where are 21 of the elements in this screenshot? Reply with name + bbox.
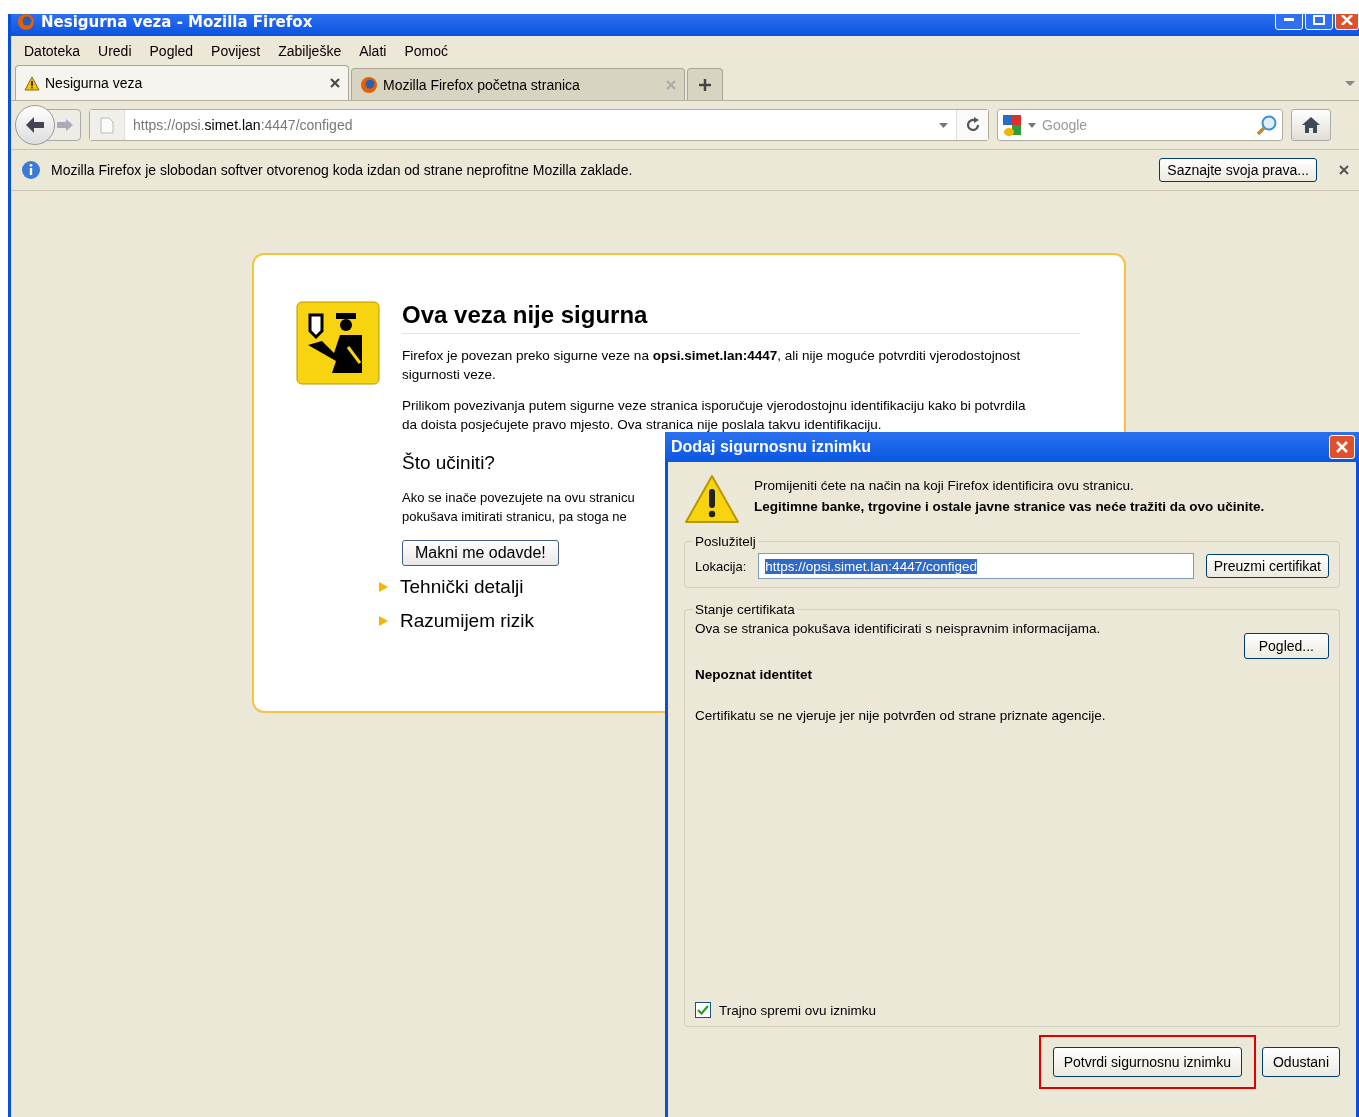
expander-label: Razumijem rizik xyxy=(400,610,535,632)
dialog-text: Promijeniti ćete na način na koji Firefox identificira ovu stranicu. xyxy=(754,478,1135,493)
field-label: Lokacija: xyxy=(695,558,747,574)
identity-heading: Nepoznat identitet xyxy=(695,667,813,682)
warning-text: Legitimne banke, trgovine i ostale javne stranice vas neće tražiti da ovo učinite. xyxy=(754,499,1265,514)
expander-label: Tehnički detalji xyxy=(400,576,524,598)
paragraph-line: pokušava imitirati stranicu, pa stoga ne xyxy=(402,508,627,526)
checkbox-label: Trajno spremi ovu iznimku xyxy=(719,1002,877,1018)
group-label: Poslužitelj xyxy=(694,534,757,549)
notification-text: Mozilla Firefox je slobodan softver otvorenog koda izdan od strane neprofitne Mozilla zaklade. xyxy=(51,162,634,178)
paragraph-line: Ako se inače povezujete na ovu stranicu xyxy=(402,489,635,507)
window-title: Nesigurna veza - Mozilla Firefox xyxy=(41,14,313,31)
dialog-title: Dodaj sigurnosnu iznimku xyxy=(671,438,871,456)
group-label: Stanje certifikata xyxy=(694,602,796,617)
identity-text: Certifikatu se ne vjeruje jer nije potvrđen od strane priznate agencije. xyxy=(695,708,1107,723)
url-text: https://opsi.simet.lan:4447/configed xyxy=(132,117,354,133)
page-heading: Ova veza nije sigurna xyxy=(402,301,1080,334)
section-heading: Što učiniti? xyxy=(402,452,496,474)
status-text: Ova se stranica pokušava identificirati s neispravnim informacijama. xyxy=(695,621,1101,636)
paragraph: Firefox je povezan preko sigurne veze na opsi.simet.lan:4447, ali nije moguće potvrditi vjerodostojnost sigurnosti veze. xyxy=(402,347,1022,384)
paragraph: Prilikom povezivanja putem sigurne veze stranica isporučuje vjerodostojnu identifikaciju kako bi potvrdila da doista posjećujete pravo mjesto. Ova stranica nije poslala takvu identifikaciju. xyxy=(402,397,1027,434)
